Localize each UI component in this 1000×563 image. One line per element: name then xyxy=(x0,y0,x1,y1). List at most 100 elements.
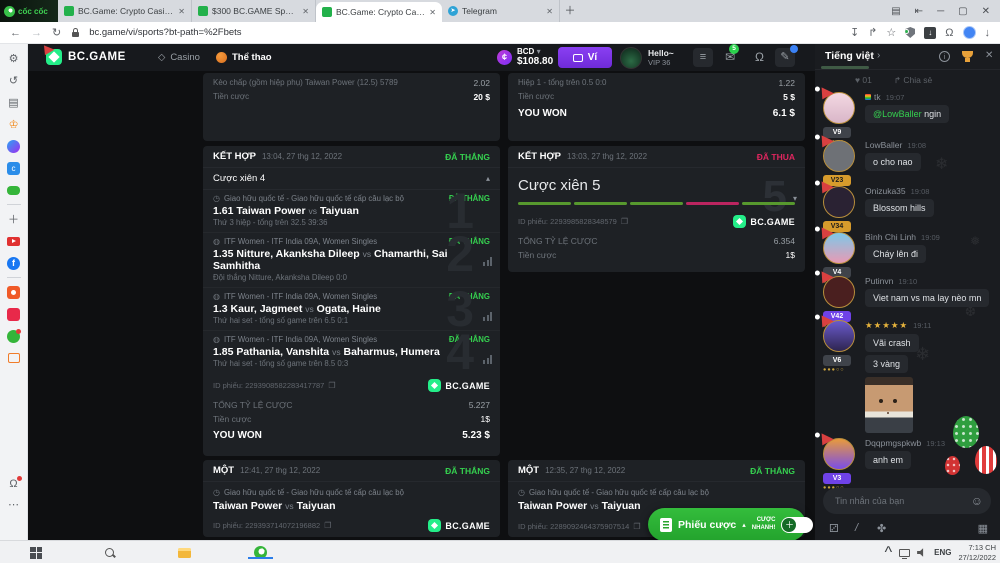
commands-slash-icon[interactable]: / xyxy=(855,522,858,534)
username[interactable]: Bình Chi Linh xyxy=(865,232,916,242)
avatar[interactable] xyxy=(823,186,855,218)
avatar[interactable] xyxy=(823,276,855,308)
profile-avatar[interactable] xyxy=(963,26,976,39)
username[interactable]: LowBaller xyxy=(865,140,902,150)
balance-selector[interactable]: ¢ BCD ▾ $108.80 xyxy=(497,47,553,67)
language-indicator[interactable]: ENG xyxy=(934,548,951,557)
user-avatar[interactable] xyxy=(620,47,642,69)
nav-sports[interactable]: Thể thao xyxy=(216,44,272,71)
chat-input[interactable] xyxy=(835,496,971,506)
bet-leg-2[interactable]: 2 ◍ITF Women - ITF India 09A, Women Sing… xyxy=(203,233,500,288)
youtube-icon[interactable] xyxy=(6,233,22,249)
username[interactable]: Onizuka35 xyxy=(865,186,906,196)
clock[interactable]: 7:13 CH 27/12/2022 xyxy=(958,543,996,562)
notifications-bell-icon[interactable]: Ω xyxy=(755,48,764,67)
file-explorer-icon[interactable] xyxy=(172,541,196,563)
bookmark-star-icon[interactable]: ☆ xyxy=(886,26,896,39)
bet-leg-4[interactable]: 4 ◍ITF Women - ITF India 09A, Women Sing… xyxy=(203,331,500,373)
pin-tab-icon[interactable]: ⇤ xyxy=(915,6,923,17)
keyboard-icon[interactable]: ▦ xyxy=(978,522,988,535)
save-page-icon[interactable]: ↧ xyxy=(850,26,859,39)
meme-gif-image[interactable] xyxy=(865,377,913,433)
forward-button[interactable]: → xyxy=(31,27,42,39)
downloads-icon[interactable]: ↓ xyxy=(985,27,991,39)
wallet-button[interactable]: Ví xyxy=(558,47,612,68)
trophy-icon[interactable] xyxy=(962,51,973,58)
bet-card-combo-won[interactable]: KẾT HỢP 13:04, 27 thg 12, 2022 ĐÃ THẮNG … xyxy=(203,146,500,456)
browser-tab-2[interactable]: $300 BC.GAME Sports Parlay ✕ xyxy=(192,0,316,22)
copy-icon[interactable]: ❐ xyxy=(621,217,628,226)
network-icon[interactable] xyxy=(899,549,910,557)
close-tab-icon[interactable]: ✕ xyxy=(178,7,185,16)
close-tab-icon[interactable]: ✕ xyxy=(429,8,436,17)
chat-pen-icon[interactable]: ✎ xyxy=(775,48,795,67)
messenger-icon[interactable] xyxy=(6,138,22,154)
search-icon[interactable] xyxy=(98,541,122,563)
crown-icon[interactable]: ♔ xyxy=(6,116,22,132)
bet-leg-1[interactable]: 1 ◷Giao hữu quốc tế - Giao hữu quốc tế c… xyxy=(203,190,500,233)
maximize-button[interactable]: ▢ xyxy=(958,6,967,17)
reload-button[interactable]: ↻ xyxy=(52,26,61,39)
back-button[interactable]: ← xyxy=(10,27,21,39)
bell-extension-icon[interactable]: Ω xyxy=(945,27,953,39)
settings-gear-icon[interactable]: ⚙ xyxy=(6,50,22,66)
bet-list-icon[interactable]: ≡ xyxy=(693,48,713,67)
avatar[interactable] xyxy=(823,232,855,264)
bcgame-logo[interactable]: BC.GAME xyxy=(46,49,126,65)
start-button[interactable] xyxy=(24,541,48,563)
more-options-icon[interactable]: ⋯ xyxy=(6,496,22,512)
copy-icon[interactable]: ❐ xyxy=(328,381,335,390)
facebook-icon[interactable]: f xyxy=(6,255,22,271)
username[interactable]: ★★★★★ xyxy=(865,320,908,330)
username[interactable]: Dqqpmgspkwb xyxy=(865,438,921,448)
new-tab-button[interactable]: ＋ xyxy=(560,0,580,22)
share-button[interactable]: ↱ Chia sẻ xyxy=(894,75,932,86)
chat-bubble[interactable]: Blossom hills xyxy=(865,199,934,217)
add-shortcut-icon[interactable]: ＋ xyxy=(6,211,22,227)
copy-icon[interactable]: ❐ xyxy=(633,522,640,531)
close-tab-icon[interactable]: ✕ xyxy=(302,7,309,16)
volume-icon[interactable] xyxy=(917,548,927,558)
mail-icon[interactable]: ✉5 xyxy=(725,48,735,67)
user-info[interactable]: Hello~ VIP 36 xyxy=(648,48,674,67)
chat-bubble[interactable]: anh em xyxy=(865,451,911,469)
close-chat-icon[interactable]: ✕ xyxy=(985,50,993,61)
bet-card-single-left[interactable]: MỘT 12:41, 27 thg 12, 2022 ĐÃ THẮNG ◷Gia… xyxy=(203,460,500,537)
info-icon[interactable]: i xyxy=(939,51,950,62)
bet-leg-3[interactable]: 3 ◍ITF Women - ITF India 09A, Women Sing… xyxy=(203,288,500,331)
chat-bubble[interactable]: Vãi crash xyxy=(865,334,919,352)
copy-icon[interactable]: ❐ xyxy=(324,521,331,530)
chat-bubble[interactable]: o cho nao xyxy=(865,153,921,171)
chat-app-icon[interactable]: c xyxy=(6,160,22,176)
adblock-shield-icon[interactable] xyxy=(905,27,915,38)
username[interactable]: tk xyxy=(874,92,881,102)
rules-icon[interactable]: ✤ xyxy=(877,522,886,535)
chat-bubble[interactable]: 3 vàng xyxy=(865,355,908,373)
browser-tab-4[interactable]: ➤ Telegram ✕ xyxy=(442,0,560,22)
shop-app-icon[interactable] xyxy=(6,284,22,300)
share-icon[interactable]: ↱ xyxy=(868,26,877,39)
rain-tip-icon[interactable]: ⚂ xyxy=(829,522,839,535)
avatar[interactable] xyxy=(823,320,855,352)
close-tab-icon[interactable]: ✕ xyxy=(546,7,553,16)
red-app-icon[interactable] xyxy=(6,306,22,322)
chevron-right-icon[interactable]: › xyxy=(877,50,880,61)
extension-download-icon[interactable]: ↓ xyxy=(924,27,936,39)
url-field[interactable]: bc.game/vi/sports?bt-path=%2Fbets xyxy=(89,27,840,38)
avatar[interactable] xyxy=(823,92,855,124)
bet-card-combo-lost[interactable]: KẾT HỢP 13:03, 27 thg 12, 2022 ĐÃ THUA C… xyxy=(508,146,805,272)
nav-casino[interactable]: ◇ Casino xyxy=(158,44,200,71)
bet-card-partial-right[interactable]: Hiệp 1 - tổng trên 0.5 0:01.22 Tiền cược… xyxy=(508,73,805,141)
cart-app-icon[interactable] xyxy=(6,350,22,366)
reading-list-icon[interactable]: ▤ xyxy=(6,94,22,110)
browser-tab-3-active[interactable]: BC.Game: Crypto Casino Gan ✕ xyxy=(316,2,442,22)
history-icon[interactable]: ↺ xyxy=(6,72,22,88)
coccoc-taskbar-icon[interactable] xyxy=(248,541,272,563)
quick-bet-toggle[interactable]: ＋ xyxy=(781,517,813,533)
avatar[interactable] xyxy=(823,438,855,470)
emoji-smiley-icon[interactable]: ☺ xyxy=(971,494,983,508)
avatar[interactable] xyxy=(823,140,855,172)
ssl-lock-icon[interactable] xyxy=(71,28,79,37)
close-window-button[interactable]: ✕ xyxy=(982,6,990,17)
reading-list-icon[interactable]: ▤ xyxy=(891,6,900,17)
